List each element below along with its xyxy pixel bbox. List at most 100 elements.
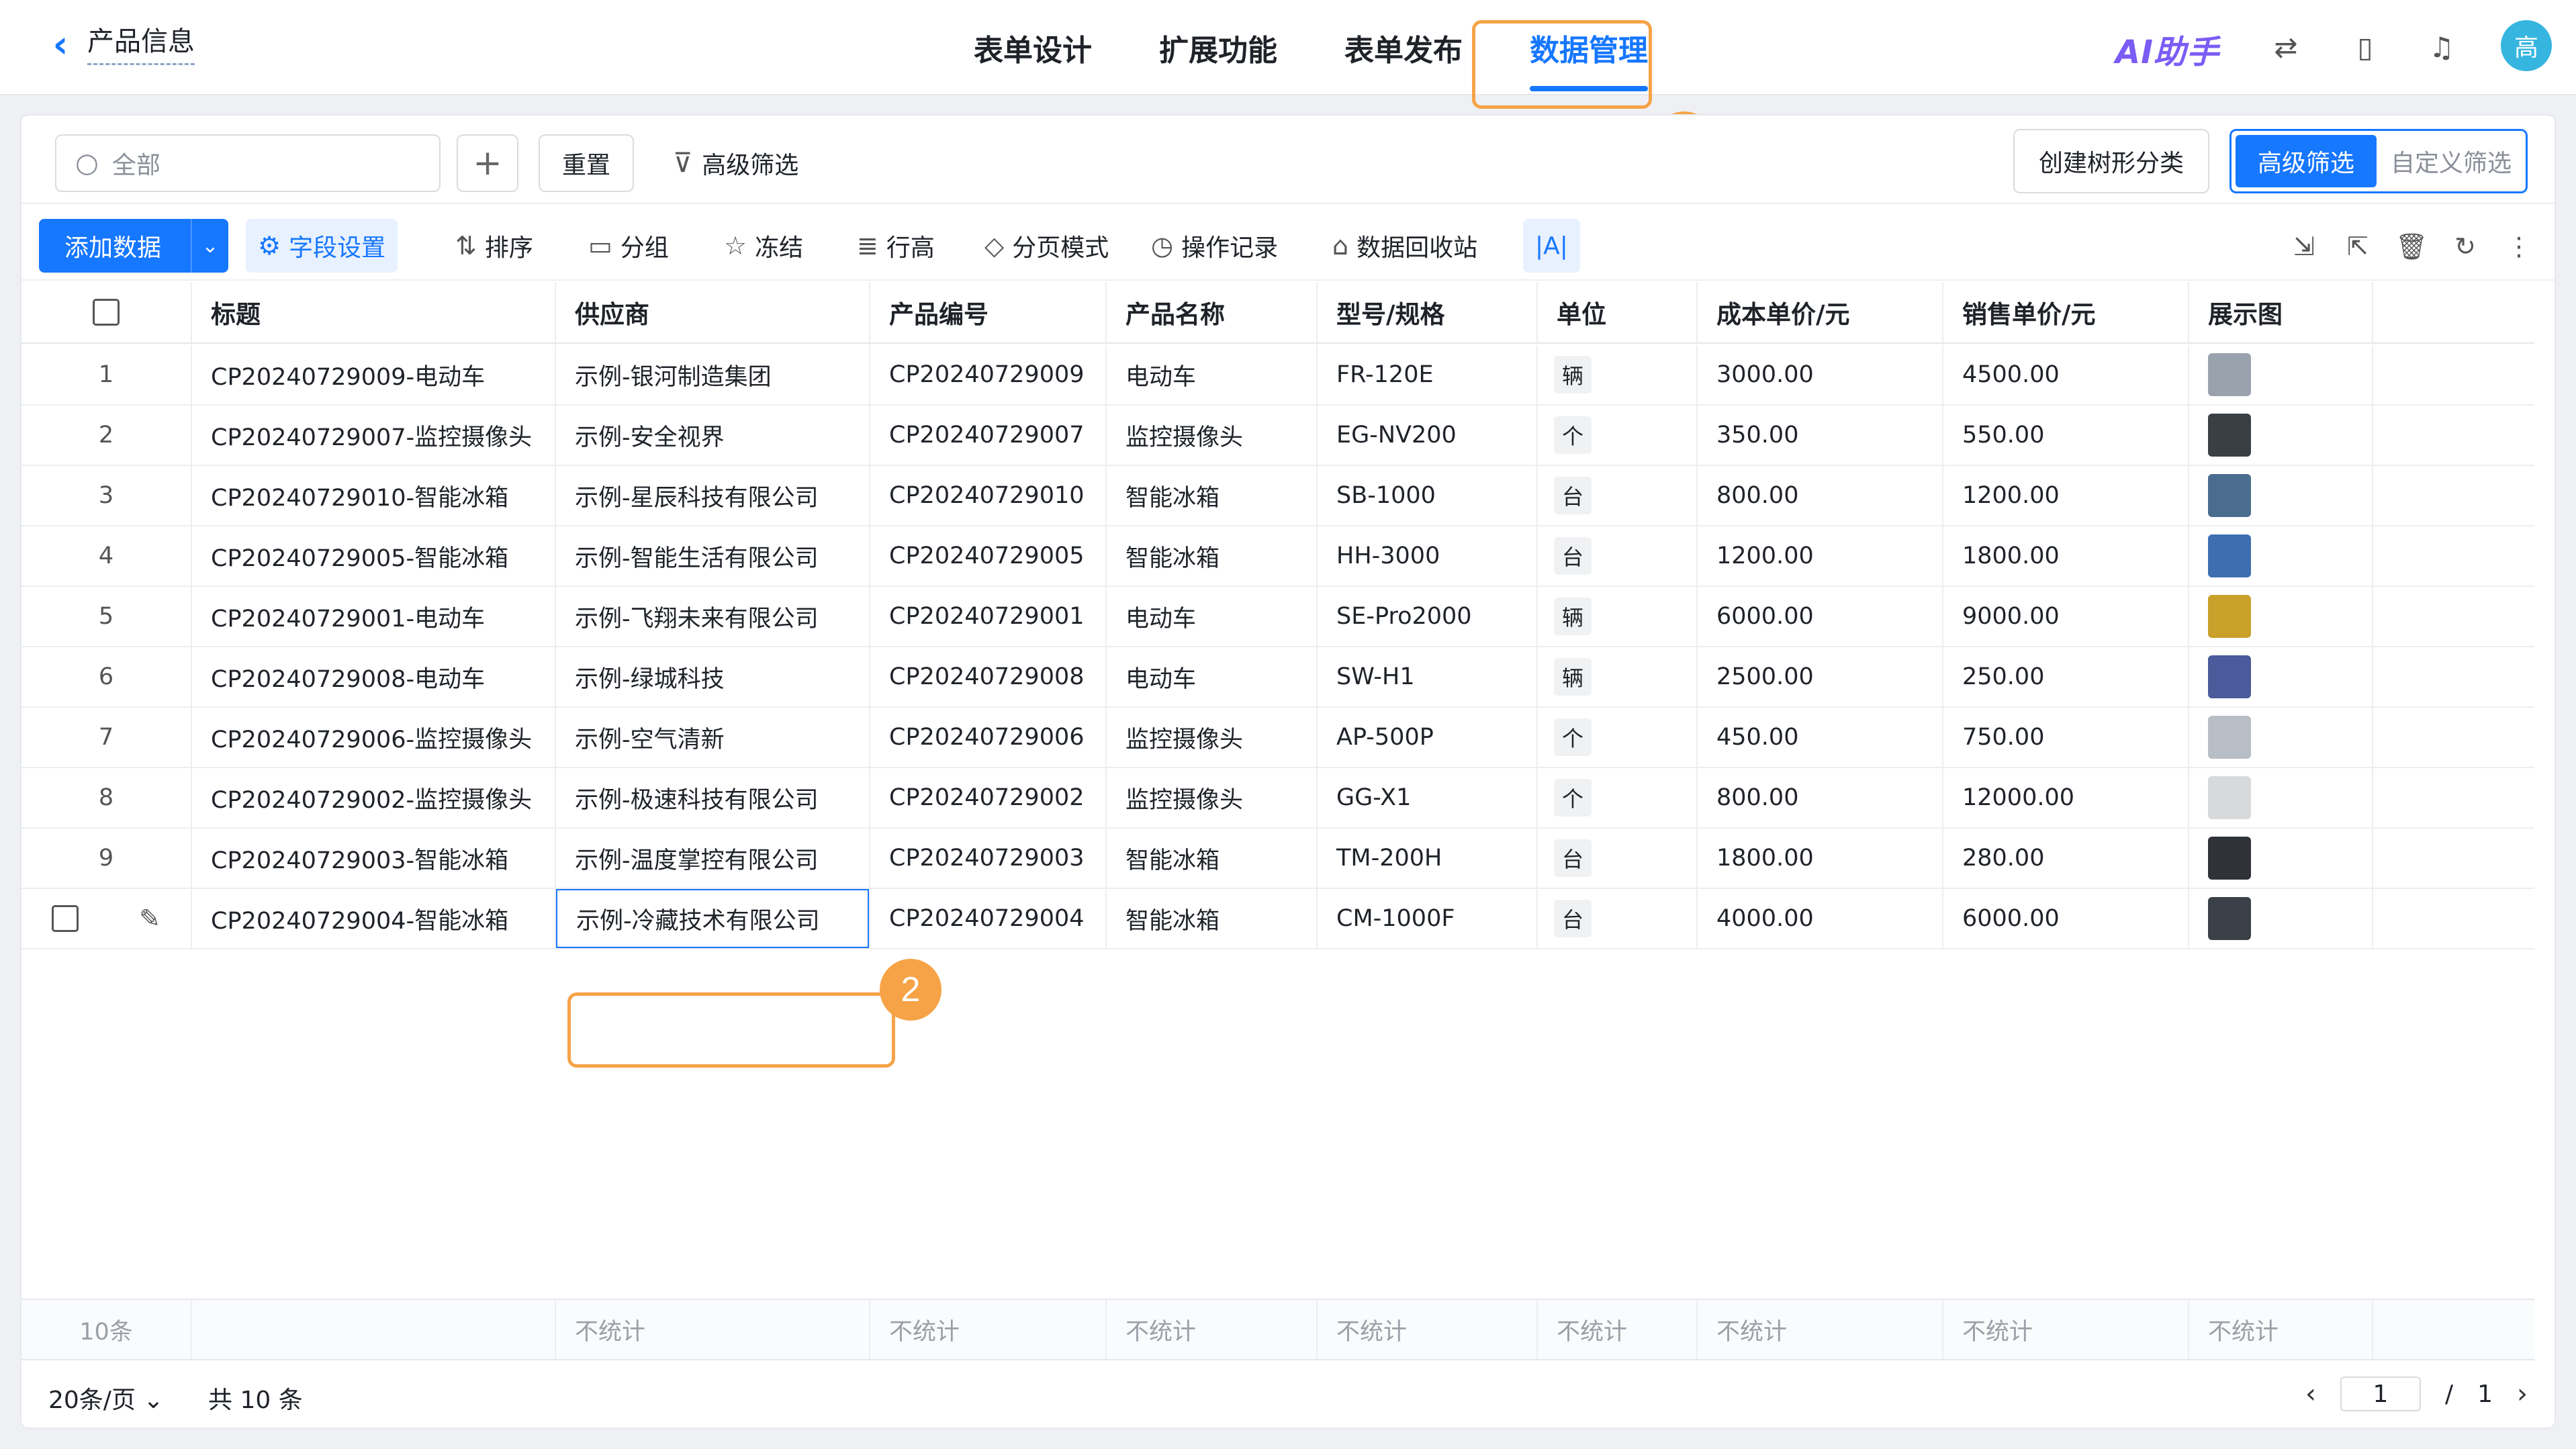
tab-data-management[interactable]: 数据管理 [1496,0,1682,95]
refresh-icon[interactable]: ↻ [2448,230,2482,263]
advanced-filter-button[interactable]: ⊽ 高级筛选 [673,134,798,192]
col-supplier[interactable]: 供应商 [556,282,870,342]
cell-supplier[interactable]: 示例-安全视界 [556,406,870,465]
cell-model[interactable]: SB-1000 [1318,466,1538,525]
cell-title[interactable]: CP20240729009-电动车 [192,345,556,404]
recycle-bin-button[interactable]: ⌂ 数据回收站 [1320,219,1489,273]
text-format-button[interactable]: |A| [1523,219,1580,273]
cell-cost[interactable]: 3000.00 [1698,345,1943,404]
select-all-cell[interactable] [21,282,192,342]
translate-icon[interactable]: ⇄ [2267,28,2305,66]
add-filter-button[interactable]: + [457,134,518,192]
table-row[interactable]: 4 CP20240729005-智能冰箱 示例-智能生活有限公司 CP20240729… [21,526,2534,587]
app-title[interactable]: 产品信息 [87,23,195,65]
select-all-checkbox[interactable] [93,299,120,326]
cell-code[interactable]: CP20240729001 [870,587,1107,646]
cell-title[interactable]: CP20240729007-监控摄像头 [192,406,556,465]
row-index[interactable]: 7 [21,708,192,767]
summary-image[interactable]: 不统计 [2189,1300,2373,1359]
tab-form-design[interactable]: 表单设计 [940,0,1125,95]
cell-price[interactable]: 550.00 [1943,406,2189,465]
cell-model[interactable]: SE-Pro2000 [1318,587,1538,646]
row-index[interactable]: 2 [21,406,192,465]
prev-page-icon[interactable]: ‹ [2305,1378,2316,1409]
cell-unit[interactable]: 台 [1538,526,1698,586]
ai-assistant-button[interactable]: AI助手 [2115,26,2219,73]
cell-name[interactable]: 监控摄像头 [1107,708,1318,767]
cell-unit[interactable]: 个 [1538,708,1698,767]
cell-title[interactable]: CP20240729005-智能冰箱 [192,526,556,586]
cell-price[interactable]: 6000.00 [1943,889,2189,948]
cell-code[interactable]: CP20240729002 [870,768,1107,827]
group-button[interactable]: ▭ 分组 [576,219,681,273]
cell-cost[interactable]: 450.00 [1698,708,1943,767]
summary-code[interactable]: 不统计 [870,1300,1107,1359]
cell-unit[interactable]: 台 [1538,466,1698,525]
page-mode-button[interactable]: ◇ 分页模式 [972,219,1121,273]
cell-model[interactable]: CM-1000F [1318,889,1538,948]
summary-model[interactable]: 不统计 [1318,1300,1538,1359]
cell-price[interactable]: 1200.00 [1943,466,2189,525]
cell-unit[interactable]: 个 [1538,406,1698,465]
cell-code[interactable]: CP20240729004 [870,889,1107,948]
cell-cost[interactable]: 2500.00 [1698,647,1943,706]
table-row[interactable]: 5 CP20240729001-电动车 示例-飞翔未来有限公司 CP202407290… [21,587,2534,647]
edit-icon[interactable]: ✎ [139,904,160,933]
back-icon[interactable]: ‹ [40,23,81,66]
cell-price[interactable]: 280.00 [1943,829,2189,888]
cell-code[interactable]: CP20240729009 [870,345,1107,404]
cell-model[interactable]: GG-X1 [1318,768,1538,827]
tab-extensions[interactable]: 扩展功能 [1125,0,1311,95]
cell-name[interactable]: 电动车 [1107,647,1318,706]
search-input[interactable]: ○ 全部 [55,134,441,192]
col-price[interactable]: 销售单价/元 [1943,282,2189,342]
table-row[interactable]: 3 CP20240729010-智能冰箱 示例-星辰科技有限公司 CP20240729… [21,466,2534,526]
summary-unit[interactable]: 不统计 [1538,1300,1698,1359]
product-thumbnail[interactable] [2208,353,2251,396]
summary-price[interactable]: 不统计 [1943,1300,2189,1359]
product-thumbnail[interactable] [2208,534,2251,577]
cell-unit[interactable]: 台 [1538,889,1698,948]
cell-price[interactable]: 12000.00 [1943,768,2189,827]
cell-name[interactable]: 智能冰箱 [1107,526,1318,586]
field-settings-button[interactable]: ⚙ 字段设置 [246,219,398,273]
cell-price[interactable]: 1800.00 [1943,526,2189,586]
table-row[interactable]: ✎ CP20240729004-智能冰箱 示例-冷藏技术有限公司 CP20240729… [21,889,2534,949]
row-height-button[interactable]: ≣ 行高 [845,219,947,273]
bell-icon[interactable]: ♫ [2423,28,2460,66]
page-size-select[interactable]: 20条/页 ⌄ [48,1381,164,1415]
export-icon[interactable]: ⇱ [2341,230,2375,263]
cell-title[interactable]: CP20240729008-电动车 [192,647,556,706]
cell-supplier[interactable]: 示例-极速科技有限公司 [556,768,870,827]
add-data-button[interactable]: 添加数据 ⌄ [39,219,228,273]
row-index[interactable]: 9 [21,829,192,888]
cell-model[interactable]: FR-120E [1318,345,1538,404]
col-image[interactable]: 展示图 [2189,282,2373,342]
cell-cost[interactable]: 800.00 [1698,768,1943,827]
cell-cost[interactable]: 6000.00 [1698,587,1943,646]
sort-button[interactable]: ⇅ 排序 [443,219,545,273]
summary-cost[interactable]: 不统计 [1698,1300,1943,1359]
cell-model[interactable]: AP-500P [1318,708,1538,767]
cell-title[interactable]: CP20240729006-监控摄像头 [192,708,556,767]
row-index[interactable]: 6 [21,647,192,706]
col-cost[interactable]: 成本单价/元 [1698,282,1943,342]
tab-publish[interactable]: 表单发布 [1311,0,1496,95]
cell-image[interactable] [2189,889,2373,948]
trash-icon[interactable]: 🗑 [2395,230,2428,263]
cell-cost[interactable]: 4000.00 [1698,889,1943,948]
cell-name[interactable]: 智能冰箱 [1107,829,1318,888]
cell-unit[interactable]: 个 [1538,768,1698,827]
product-thumbnail[interactable] [2208,716,2251,759]
create-tree-category-button[interactable]: 创建树形分类 [2013,129,2209,193]
cell-code[interactable]: CP20240729007 [870,406,1107,465]
cell-price[interactable]: 250.00 [1943,647,2189,706]
cell-cost[interactable]: 350.00 [1698,406,1943,465]
cell-unit[interactable]: 辆 [1538,345,1698,404]
cell-name[interactable]: 智能冰箱 [1107,889,1318,948]
table-row[interactable]: 1 CP20240729009-电动车 示例-银河制造集团 CP20240729009… [21,345,2534,406]
cell-model[interactable]: HH-3000 [1318,526,1538,586]
col-title[interactable]: 标题 [192,282,556,342]
cell-unit[interactable]: 台 [1538,829,1698,888]
product-thumbnail[interactable] [2208,595,2251,638]
